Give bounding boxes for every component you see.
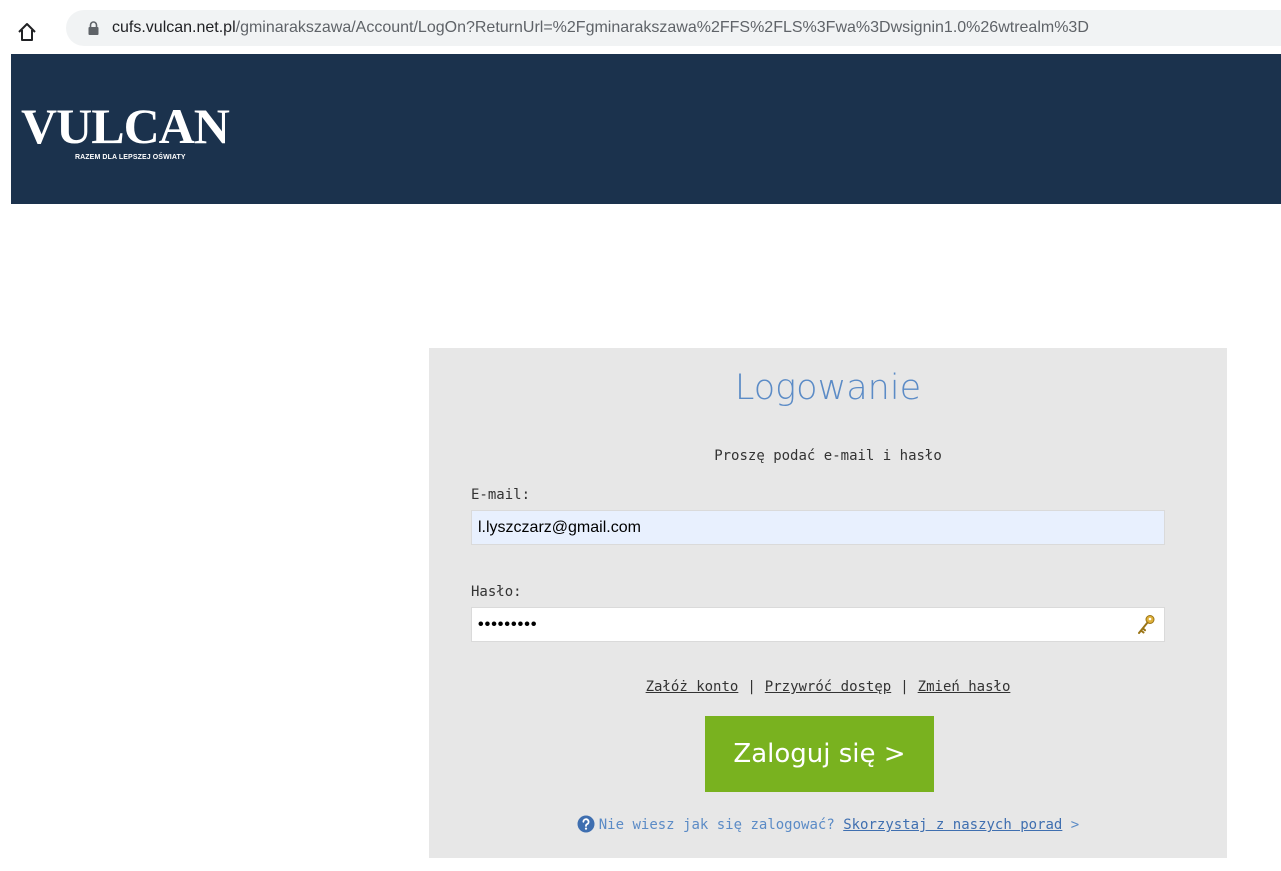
url-field[interactable]: cufs.vulcan.net.pl/gminarakszawa/Account… xyxy=(66,10,1281,46)
account-links: Załóż konto | Przywróć dostęp | Zmień hasło xyxy=(429,679,1227,695)
url-host: cufs.vulcan.net.pl xyxy=(112,19,236,36)
site-header: VULCAN RAZEM DLA LEPSZEJ OŚWIATY xyxy=(11,54,1281,204)
login-button[interactable]: Zaloguj się > xyxy=(705,716,934,792)
help-link[interactable]: Skorzystaj z naszych porad xyxy=(843,817,1062,833)
help-text: Nie wiesz jak się zalogować? xyxy=(598,817,835,833)
browser-address-bar: cufs.vulcan.net.pl/gminarakszawa/Account… xyxy=(0,0,1281,54)
restore-access-link[interactable]: Przywróć dostęp xyxy=(765,679,891,695)
lock-icon xyxy=(88,21,99,35)
login-subtitle: Proszę podać e-mail i hasło xyxy=(714,448,942,464)
url-text: cufs.vulcan.net.pl/gminarakszawa/Account… xyxy=(112,19,1089,37)
question-circle-icon xyxy=(577,815,595,833)
logo-text: VULCAN xyxy=(21,98,230,154)
help-arrow: > xyxy=(1070,817,1080,833)
password-field[interactable]: ••••••••• xyxy=(471,607,1165,642)
help-line: Nie wiesz jak się zalogować? Skorzystaj … xyxy=(429,815,1227,833)
login-panel: Logowanie Proszę podać e-mail i hasło E-… xyxy=(429,348,1227,858)
logo-tagline: RAZEM DLA LEPSZEJ OŚWIATY xyxy=(75,154,186,161)
email-field[interactable]: l.lyszczarz@gmail.com xyxy=(471,510,1165,545)
home-icon[interactable] xyxy=(16,21,38,43)
change-password-link[interactable]: Zmień hasło xyxy=(918,679,1011,695)
password-label: Hasło: xyxy=(471,584,522,600)
page-title: Logowanie xyxy=(734,368,922,408)
link-separator: | xyxy=(900,679,909,695)
email-label: E-mail: xyxy=(471,487,531,503)
password-value: ••••••••• xyxy=(478,616,538,633)
link-separator: | xyxy=(747,679,756,695)
url-path: /gminarakszawa/Account/LogOn?ReturnUrl=%… xyxy=(235,19,1089,36)
vulcan-logo[interactable]: VULCAN RAZEM DLA LEPSZEJ OŚWIATY xyxy=(21,98,241,178)
create-account-link[interactable]: Załóż konto xyxy=(646,679,739,695)
key-icon[interactable] xyxy=(1136,614,1156,636)
